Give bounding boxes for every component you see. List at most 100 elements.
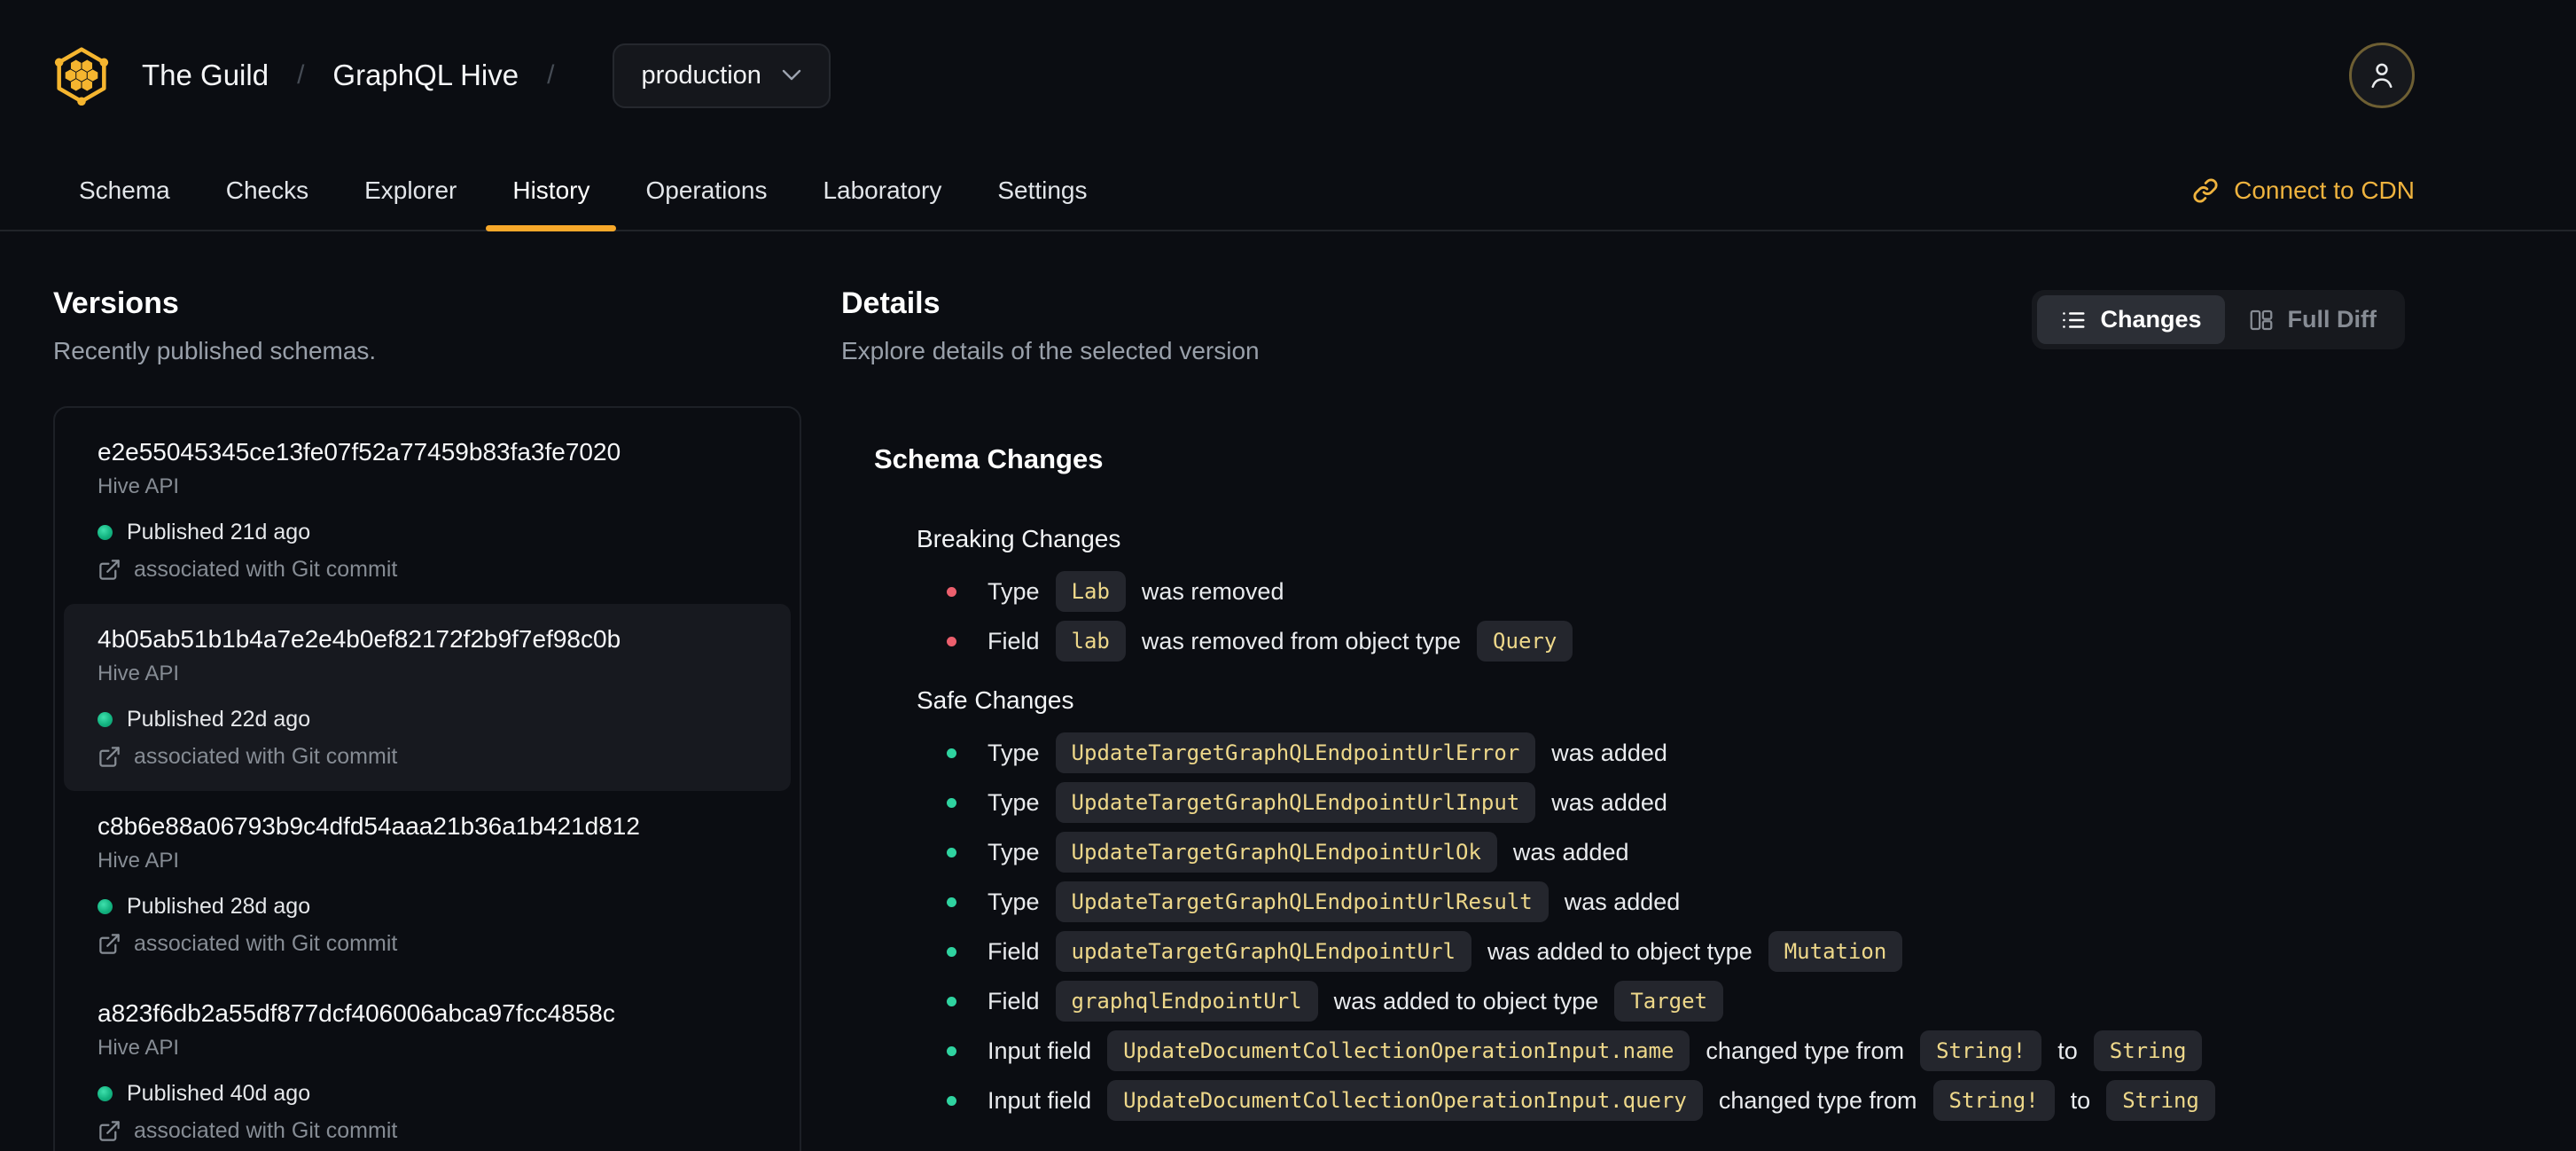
link-icon [2193, 177, 2218, 203]
split-panels-icon [2250, 309, 2272, 330]
published-status-dot [98, 899, 113, 914]
tab-history[interactable]: History [486, 151, 617, 231]
external-link-icon [99, 1121, 120, 1141]
details-header: Details Explore details of the selected … [841, 231, 2405, 365]
change-text: was removed [1141, 577, 1284, 605]
change-text: was added to object type [1333, 987, 1599, 1014]
change-row: Input field UpdateDocumentCollectionOpera… [947, 1080, 2405, 1121]
breaking-bullet [947, 586, 956, 597]
version-status-text: Published 28d ago [127, 894, 311, 919]
change-text: was added [1551, 739, 1667, 766]
change-text: Type [987, 838, 1040, 865]
change-text: Field [987, 937, 1040, 965]
tab-checks[interactable]: Checks [226, 151, 308, 230]
changes-view-label: Changes [2100, 306, 2202, 333]
schema-changes-title: Schema Changes [874, 443, 1104, 474]
full-diff-view-label: Full Diff [2287, 306, 2377, 333]
schema-changes-groups: Breaking Changes Type Lab was removed Field l… [874, 525, 2405, 1121]
main-content: Versions Recently published schemas. e2e… [0, 231, 2576, 1151]
change-text: Type [987, 739, 1040, 766]
hive-logo-icon[interactable] [53, 45, 110, 106]
safe-bullet [947, 946, 956, 957]
full-diff-view-button[interactable]: Full Diff [2225, 295, 2400, 344]
version-git-text: associated with Git commit [134, 557, 398, 582]
version-status-row: Published 22d ago [98, 707, 757, 732]
view-toggle-group: Changes Full Diff [2032, 290, 2405, 349]
version-list-item[interactable]: e2e55045345ce13fe07f52a77459b83fa3fe7020… [64, 417, 791, 604]
version-git-link[interactable]: associated with Git commit [98, 1118, 757, 1144]
version-list-item[interactable]: a823f6db2a55df877dcf406006abca97fcc4858c… [64, 978, 791, 1151]
schema-changes-section: Schema Changes Breaking Changes Type Lab wa… [874, 443, 2405, 1121]
breaking-bullet [947, 636, 956, 646]
versions-subtitle: Recently published schemas. [53, 337, 377, 364]
version-git-text: associated with Git commit [134, 744, 398, 769]
versions-title: Versions [53, 286, 179, 320]
version-hash: c8b6e88a06793b9c4dfd54aaa21b36a1b421d812 [98, 812, 640, 840]
breadcrumb-separator: / [297, 60, 305, 90]
details-title: Details [841, 286, 941, 320]
breadcrumb-org[interactable]: The Guild [142, 59, 269, 92]
version-git-link[interactable]: associated with Git commit [98, 557, 757, 583]
change-text: to [2070, 1086, 2091, 1114]
version-git-link[interactable]: associated with Git commit [98, 744, 757, 770]
tab-operations[interactable]: Operations [645, 151, 767, 230]
connect-to-cdn-label: Connect to CDN [2234, 176, 2415, 204]
safe-bullet [947, 847, 956, 857]
change-row: Field graphqlEndpointUrl was added to obje… [947, 981, 2405, 1022]
changes-view-button[interactable]: Changes [2037, 295, 2225, 344]
tab-explorer[interactable]: Explorer [364, 151, 457, 230]
change-list: Type UpdateTargetGraphQLEndpointUrlError w… [947, 732, 2405, 1121]
change-text: Type [987, 577, 1040, 605]
user-avatar-button[interactable] [2349, 43, 2415, 108]
version-git-link[interactable]: associated with Git commit [98, 931, 757, 957]
code-badge: Lab [1055, 571, 1126, 612]
version-hash: a823f6db2a55df877dcf406006abca97fcc4858c [98, 999, 615, 1027]
published-status-dot [98, 1086, 113, 1101]
breadcrumb-project[interactable]: GraphQL Hive [332, 59, 519, 92]
code-badge: UpdateTargetGraphQLEndpointUrlResult [1055, 881, 1549, 922]
version-status-row: Published 28d ago [98, 894, 757, 920]
safe-bullet [947, 797, 956, 808]
code-badge: Query [1477, 621, 1573, 662]
change-text: Field [987, 627, 1040, 654]
code-badge: String [2093, 1030, 2203, 1071]
code-badge: graphqlEndpointUrl [1055, 981, 1318, 1022]
change-text: Input field [987, 1086, 1092, 1114]
version-list-item[interactable]: c8b6e88a06793b9c4dfd54aaa21b36a1b421d812… [64, 791, 791, 978]
versions-panel: Versions Recently published schemas. e2e… [53, 231, 801, 1151]
external-link-icon [99, 934, 120, 954]
version-status-text: Published 21d ago [127, 520, 311, 544]
change-text: Type [987, 788, 1040, 816]
version-status-row: Published 40d ago [98, 1081, 757, 1107]
change-row: Field updateTargetGraphQLEndpointUrl was a… [947, 931, 2405, 972]
safe-bullet [947, 897, 956, 907]
change-row: Type UpdateTargetGraphQLEndpointUrlError w… [947, 732, 2405, 773]
code-badge: Target [1614, 981, 1724, 1022]
version-git-text: associated with Git commit [134, 931, 398, 956]
version-git-text: associated with Git commit [134, 1118, 398, 1143]
target-selector-dropdown[interactable]: production [613, 43, 831, 108]
change-text: was removed from object type [1141, 627, 1462, 654]
change-text: was added [1564, 888, 1681, 915]
change-text: to [2057, 1037, 2078, 1064]
safe-bullet [947, 1045, 956, 1056]
code-badge: UpdateTargetGraphQLEndpointUrlOk [1055, 832, 1497, 873]
code-badge: String! [1932, 1080, 2055, 1121]
safe-bullet [947, 748, 956, 758]
tab-laboratory[interactable]: Laboratory [823, 151, 941, 230]
tab-settings[interactable]: Settings [997, 151, 1087, 230]
connect-to-cdn-link[interactable]: Connect to CDN [2191, 176, 2415, 205]
version-list-item[interactable]: 4b05ab51b1b4a7e2e4b0ef82172f2b9f7ef98c0b… [64, 604, 791, 791]
code-badge: lab [1055, 621, 1126, 662]
external-link-icon [99, 747, 120, 767]
published-status-dot [98, 525, 113, 540]
nav-tabs: Schema Checks Explorer History Operations Lab… [0, 151, 2576, 231]
version-service: Hive API [98, 662, 180, 685]
tab-schema[interactable]: Schema [79, 151, 170, 230]
change-row: Input field UpdateDocumentCollectionOpera… [947, 1030, 2405, 1071]
safe-changes-group: Safe Changes Type UpdateTargetGraphQLEndpo… [917, 686, 2405, 1121]
change-text: was added to object type [1487, 937, 1752, 965]
code-badge: UpdateTargetGraphQLEndpointUrlError [1055, 732, 1536, 773]
details-subtitle: Explore details of the selected version [841, 337, 1260, 364]
published-status-dot [98, 712, 113, 727]
